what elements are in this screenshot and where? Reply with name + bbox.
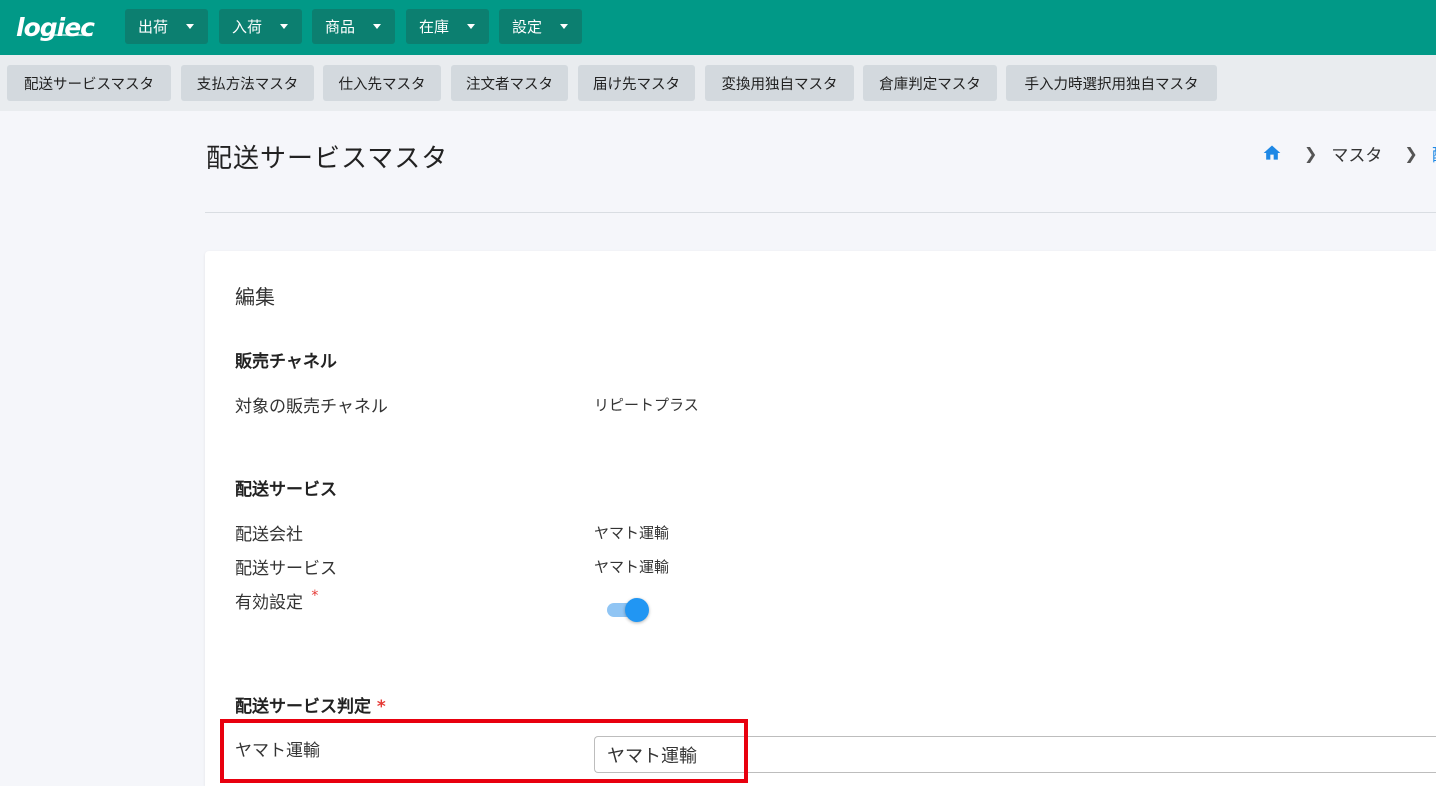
caret-down-icon — [280, 24, 288, 29]
caret-down-icon — [373, 24, 381, 29]
chevron-right-icon: ❯ — [1304, 143, 1318, 163]
highlight-box — [220, 719, 748, 783]
sub-menu-payment-method-master[interactable]: 支払方法マスタ — [181, 65, 314, 101]
toggle-knob — [625, 598, 649, 622]
home-icon[interactable] — [1262, 143, 1282, 163]
sub-menu-delivery-service-master[interactable]: 配送サービスマスタ — [7, 65, 171, 101]
menu-receiving[interactable]: 入荷 — [219, 9, 302, 44]
section-heading-sales-channel: 販売チャネル — [235, 352, 337, 372]
menu-inventory[interactable]: 在庫 — [406, 9, 489, 44]
delivery-service-label: 配送サービス — [235, 559, 337, 579]
breadcrumb-item-master[interactable]: マスタ — [1331, 141, 1382, 166]
required-mark: * — [311, 588, 319, 604]
card-title: 編集 — [235, 285, 275, 309]
target-sales-channel-label: 対象の販売チャネル — [235, 397, 388, 417]
caret-down-icon — [186, 24, 194, 29]
caret-down-icon — [560, 24, 568, 29]
sub-menu-supplier-master[interactable]: 仕入先マスタ — [323, 65, 441, 101]
required-mark: * — [376, 697, 386, 717]
menu-label: 商品 — [325, 18, 356, 36]
sub-menu-warehouse-judgement-master[interactable]: 倉庫判定マスタ — [863, 65, 997, 101]
header-divider — [205, 212, 1436, 213]
section-heading-judgement-text: 配送サービス判定 — [235, 697, 371, 717]
menu-label: 在庫 — [419, 18, 450, 36]
target-sales-channel-value: リピートプラス — [594, 396, 699, 414]
breadcrumb: ❯ マスタ ❯ 配 — [1262, 140, 1436, 166]
caret-down-icon — [467, 24, 475, 29]
top-navbar: logiec 出荷 入荷 商品 在庫 設定 — [0, 0, 1436, 55]
sub-navbar: 配送サービスマスタ 支払方法マスタ 仕入先マスタ 注文者マスタ 届け先マスタ 変… — [0, 55, 1436, 111]
menu-settings[interactable]: 設定 — [499, 9, 582, 44]
enabled-setting-label-text: 有効設定 — [235, 593, 303, 613]
sub-menu-orderer-master[interactable]: 注文者マスタ — [451, 65, 568, 101]
enabled-setting-label: 有効設定 * — [235, 588, 318, 613]
menu-label: 出荷 — [138, 18, 169, 36]
delivery-service-value: ヤマト運輸 — [594, 558, 670, 576]
menu-shipping[interactable]: 出荷 — [125, 9, 208, 44]
enabled-toggle[interactable] — [605, 597, 651, 623]
menu-label: 入荷 — [232, 18, 263, 36]
edit-card: 編集 販売チャネル 対象の販売チャネル リピートプラス 配送サービス 配送会社 … — [205, 251, 1436, 786]
logo[interactable]: logiec — [16, 12, 95, 44]
breadcrumb-item-current: 配 — [1432, 141, 1436, 166]
sub-menu-recipient-master[interactable]: 届け先マスタ — [578, 65, 695, 101]
delivery-company-value: ヤマト運輸 — [594, 524, 670, 542]
sub-menu-manual-select-master[interactable]: 手入力時選択用独自マスタ — [1006, 65, 1217, 101]
section-heading-judgement: 配送サービス判定 * — [235, 692, 386, 717]
menu-products[interactable]: 商品 — [312, 9, 395, 44]
sub-menu-conversion-master[interactable]: 変換用独自マスタ — [705, 65, 854, 101]
page-title: 配送サービスマスタ — [206, 144, 449, 174]
logo-underline — [42, 34, 92, 36]
menu-label: 設定 — [512, 18, 543, 36]
chevron-right-icon: ❯ — [1404, 143, 1418, 163]
section-heading-delivery-service: 配送サービス — [235, 480, 337, 500]
delivery-company-label: 配送会社 — [235, 525, 303, 545]
